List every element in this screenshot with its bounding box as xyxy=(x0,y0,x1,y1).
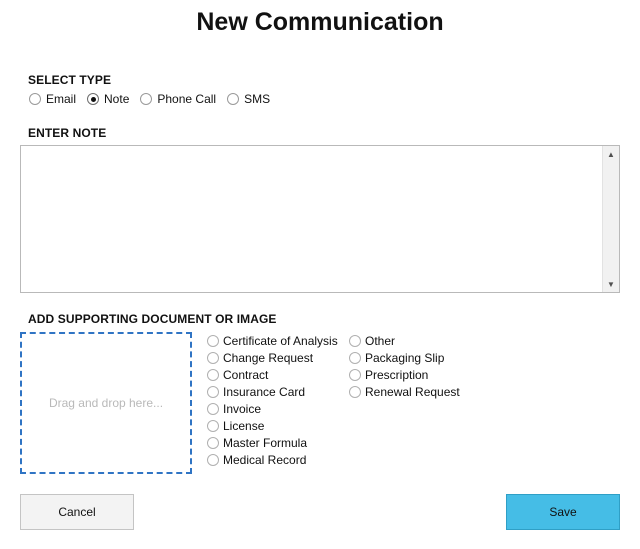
radio-doc-type[interactable] xyxy=(349,385,361,398)
add-document-label: ADD SUPPORTING DOCUMENT OR IMAGE xyxy=(28,312,277,326)
doc-type-label: Prescription xyxy=(365,367,429,382)
doc-type-label: Invoice xyxy=(223,401,262,416)
doc-type-label: License xyxy=(223,418,265,433)
radio-email[interactable] xyxy=(29,93,41,105)
doc-type-contract[interactable]: Contract xyxy=(207,366,338,383)
radio-doc-type[interactable] xyxy=(349,334,361,347)
file-dropzone[interactable]: Drag and drop here... xyxy=(20,332,192,474)
radio-phone-call[interactable] xyxy=(140,93,153,105)
type-option-label: Email xyxy=(46,92,77,106)
document-type-column-2: Other Packaging Slip Prescription Renewa… xyxy=(349,332,460,400)
dropzone-text: Drag and drop here... xyxy=(48,396,164,410)
radio-doc-type[interactable] xyxy=(207,402,219,415)
type-option-label: Note xyxy=(104,92,130,106)
doc-type-label: Master Formula xyxy=(223,435,308,450)
doc-type-prescription[interactable]: Prescription xyxy=(349,366,460,383)
scroll-up-icon[interactable]: ▲ xyxy=(603,146,619,162)
type-option-sms[interactable]: SMS xyxy=(227,92,270,106)
save-button[interactable]: Save xyxy=(506,494,620,530)
radio-doc-type[interactable] xyxy=(349,351,361,364)
page-title: New Communication xyxy=(196,8,444,36)
new-communication-dialog: New Communication SELECT TYPE Email Note… xyxy=(0,0,640,549)
radio-sms[interactable] xyxy=(227,93,240,105)
radio-doc-type[interactable] xyxy=(207,368,219,381)
doc-type-other[interactable]: Other xyxy=(349,332,460,349)
doc-type-label: Packaging Slip xyxy=(365,350,445,365)
radio-doc-type[interactable] xyxy=(207,351,219,364)
radio-doc-type[interactable] xyxy=(207,453,219,466)
doc-type-label: Other xyxy=(365,333,396,348)
type-option-label: Phone Call xyxy=(157,92,217,106)
enter-note-label: ENTER NOTE xyxy=(28,126,107,140)
document-type-column-1: Certificate of Analysis Change Request C… xyxy=(207,332,338,468)
type-option-email[interactable]: Email xyxy=(29,92,76,106)
radio-doc-type[interactable] xyxy=(207,385,219,398)
radio-doc-type[interactable] xyxy=(207,436,219,449)
doc-type-label: Insurance Card xyxy=(223,384,306,399)
doc-type-packaging-slip[interactable]: Packaging Slip xyxy=(349,349,460,366)
note-scrollbar[interactable]: ▲ ▼ xyxy=(602,146,619,292)
doc-type-license[interactable]: License xyxy=(207,417,338,434)
doc-type-label: Medical Record xyxy=(223,452,307,467)
cancel-button[interactable]: Cancel xyxy=(20,494,134,530)
doc-type-label: Certificate of Analysis xyxy=(223,333,338,348)
note-textarea-container: ▲ ▼ xyxy=(20,145,620,293)
select-type-label: SELECT TYPE xyxy=(28,73,112,87)
doc-type-label: Renewal Request xyxy=(365,384,460,399)
doc-type-label: Contract xyxy=(223,367,269,382)
radio-doc-type[interactable] xyxy=(207,419,219,432)
doc-type-label: Change Request xyxy=(223,350,314,365)
doc-type-medical-record[interactable]: Medical Record xyxy=(207,451,338,468)
doc-type-renewal-request[interactable]: Renewal Request xyxy=(349,383,460,400)
doc-type-insurance-card[interactable]: Insurance Card xyxy=(207,383,338,400)
doc-type-change-request[interactable]: Change Request xyxy=(207,349,338,366)
note-textarea[interactable] xyxy=(21,146,603,292)
doc-type-certificate-of-analysis[interactable]: Certificate of Analysis xyxy=(207,332,338,349)
scroll-down-icon[interactable]: ▼ xyxy=(603,276,619,292)
type-radio-group: Email Note Phone Call SMS xyxy=(29,91,281,107)
doc-type-master-formula[interactable]: Master Formula xyxy=(207,434,338,451)
type-option-note[interactable]: Note xyxy=(87,92,129,106)
radio-note[interactable] xyxy=(87,93,100,105)
radio-doc-type[interactable] xyxy=(207,334,219,347)
doc-type-invoice[interactable]: Invoice xyxy=(207,400,338,417)
radio-doc-type[interactable] xyxy=(349,368,361,381)
type-option-label: SMS xyxy=(244,92,271,106)
type-option-phone-call[interactable]: Phone Call xyxy=(140,92,216,106)
